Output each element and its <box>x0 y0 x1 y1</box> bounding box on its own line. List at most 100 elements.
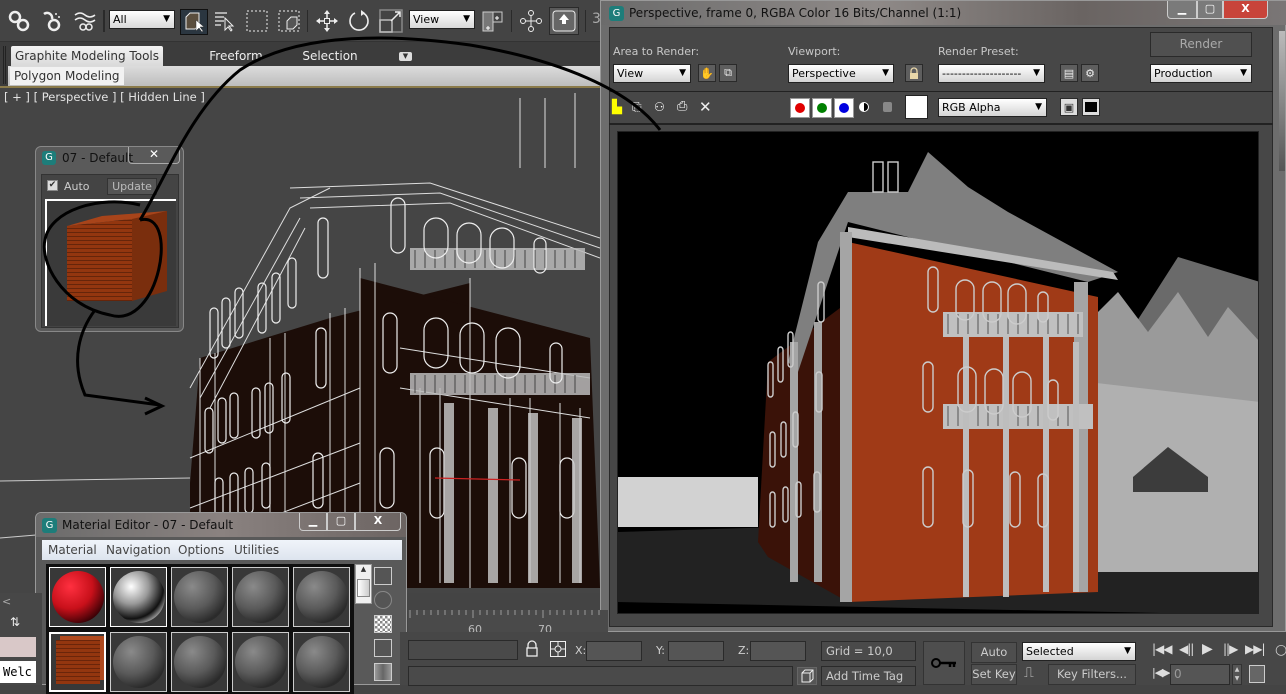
save-image-icon[interactable]: ▙ <box>612 100 622 115</box>
link-icon[interactable] <box>6 8 32 34</box>
blue-channel-toggle[interactable] <box>834 98 854 118</box>
menu-options[interactable]: Options <box>178 540 224 560</box>
tab-selection[interactable]: Selection <box>290 46 370 66</box>
tab-graphite-modeling-tools[interactable]: Graphite Modeling Tools <box>11 46 163 66</box>
sample-type-icon[interactable] <box>374 567 392 585</box>
maximize-button[interactable]: ▢ <box>327 513 355 531</box>
close-button[interactable]: X <box>355 513 401 531</box>
sample-slot-chrome[interactable] <box>110 567 167 627</box>
sample-slot[interactable] <box>293 567 350 627</box>
lock-viewport-button[interactable] <box>905 64 923 82</box>
sample-slot[interactable] <box>110 632 167 692</box>
sample-slot[interactable] <box>232 632 289 692</box>
selection-lock-toggle[interactable] <box>525 640 539 658</box>
sample-slot[interactable] <box>232 567 289 627</box>
backlight-icon[interactable] <box>374 591 392 609</box>
alpha-channel-icon[interactable] <box>859 102 869 112</box>
set-key-button[interactable]: Set Key <box>971 664 1017 685</box>
frame-spinner[interactable]: ▲ ▼ <box>1232 664 1242 685</box>
copy-image-icon[interactable]: ⎘ <box>632 100 642 115</box>
key-mode-dropdown[interactable]: Selected ▼ <box>1022 642 1136 661</box>
sample-slot[interactable] <box>293 632 350 692</box>
sample-slot-red[interactable] <box>49 567 106 627</box>
polygon-modeling-panel[interactable]: Polygon Modeling <box>10 67 124 85</box>
y-coordinate-field[interactable] <box>668 641 724 661</box>
green-channel-toggle[interactable] <box>812 98 832 118</box>
time-configuration-icon[interactable] <box>1249 665 1265 683</box>
auto-checkbox[interactable]: ✔ <box>47 180 58 191</box>
red-channel-toggle[interactable] <box>790 98 810 118</box>
select-scale-icon[interactable] <box>378 8 404 34</box>
viewport-dropdown[interactable]: Perspective ▼ <box>788 64 894 83</box>
select-by-name-icon[interactable] <box>212 8 238 34</box>
go-to-end-icon[interactable]: ▶▶| <box>1245 642 1265 656</box>
selection-filter-dropdown[interactable]: All ▼ <box>109 10 175 29</box>
scroll-left-icon[interactable]: < <box>2 595 14 609</box>
auto-key-button[interactable]: Auto Key <box>971 642 1017 678</box>
absolute-mode-transform-icon[interactable] <box>550 641 566 657</box>
add-time-tag-button[interactable]: Add Time Tag <box>821 666 916 686</box>
window-crossing-icon[interactable] <box>276 8 302 34</box>
print-image-icon[interactable]: ⎙ <box>677 99 687 114</box>
area-to-render-dropdown[interactable]: View ▼ <box>613 64 691 83</box>
key-filters-button[interactable]: Key Filters... <box>1048 664 1136 685</box>
ribbon-options-dropdown[interactable]: ▼ <box>399 52 412 61</box>
z-coordinate-field[interactable] <box>750 641 806 661</box>
slots-scrollbar[interactable]: ▲ <box>355 564 372 604</box>
auto-region-button[interactable]: ⧉ <box>719 64 737 82</box>
render-mode-dropdown[interactable]: Production ▼ <box>1150 64 1252 83</box>
background-checker-icon[interactable] <box>374 615 392 633</box>
rendered-image[interactable] <box>617 131 1259 614</box>
clear-icon[interactable]: ✕ <box>699 98 712 116</box>
bind-space-warp-icon[interactable] <box>72 8 98 34</box>
toggle-ui-button[interactable] <box>1082 98 1100 116</box>
menu-navigation[interactable]: Navigation <box>106 540 171 560</box>
environment-effects-button[interactable]: ⚙ <box>1081 64 1099 82</box>
sample-slot[interactable] <box>171 632 228 692</box>
default-tangents-icon[interactable]: ⎍ <box>1024 665 1046 683</box>
toggle-ui-overlay-button[interactable]: ▣ <box>1060 98 1078 116</box>
video-color-check-icon[interactable] <box>374 663 392 681</box>
minimize-button[interactable]: ▁ <box>1167 1 1197 19</box>
update-button[interactable]: Update <box>107 178 157 195</box>
scroll-thumb[interactable] <box>357 579 370 597</box>
next-frame-icon[interactable]: ||▶ <box>1223 642 1238 656</box>
timeline-toggle-icon[interactable]: ⇅ <box>10 615 32 631</box>
ribbon-grip[interactable] <box>3 46 6 84</box>
render-preset-dropdown[interactable]: -------------------- ▼ <box>938 64 1045 83</box>
pivot-center-icon[interactable] <box>480 8 506 34</box>
display-channel-dropdown[interactable]: RGB Alpha ▼ <box>938 98 1047 117</box>
go-to-start-icon[interactable]: |◀◀ <box>1152 642 1172 656</box>
select-object-icon[interactable] <box>180 9 208 35</box>
edit-region-button[interactable]: ✋ <box>698 64 716 82</box>
tab-freeform[interactable]: Freeform <box>196 46 276 66</box>
maxscript-prompt[interactable]: Welc <box>0 661 36 683</box>
render-setup-button[interactable]: ▤ <box>1060 64 1078 82</box>
rect-selection-region-icon[interactable] <box>244 8 270 34</box>
time-tag-icon[interactable] <box>797 667 817 685</box>
manipulate-icon[interactable] <box>518 8 544 34</box>
previous-frame-icon[interactable]: ◀|| <box>1179 642 1194 656</box>
scrollbar[interactable] <box>1279 31 1285 171</box>
select-move-icon[interactable] <box>314 8 340 34</box>
menu-material[interactable]: Material <box>48 540 97 560</box>
play-icon[interactable]: ▶ <box>1202 641 1213 657</box>
current-frame-field[interactable]: 0 <box>1170 664 1230 685</box>
set-keys-button[interactable] <box>923 641 965 685</box>
reference-coordinate-dropdown[interactable]: View ▼ <box>409 10 475 29</box>
maximize-button[interactable]: ▢ <box>1197 1 1223 19</box>
sample-slot[interactable] <box>171 567 228 627</box>
x-coordinate-field[interactable] <box>586 641 642 661</box>
unlink-icon[interactable] <box>38 8 64 34</box>
color-swatch[interactable] <box>905 95 928 119</box>
render-button[interactable]: Render <box>1150 32 1252 57</box>
menu-utilities[interactable]: Utilities <box>234 540 279 560</box>
close-button[interactable]: X <box>1223 1 1268 19</box>
clone-frame-icon[interactable]: ⚇ <box>654 100 665 114</box>
select-rotate-icon[interactable] <box>346 8 372 34</box>
sample-uv-tiling-icon[interactable] <box>374 639 392 657</box>
minimize-button[interactable]: ▁ <box>299 513 327 531</box>
monochrome-icon[interactable] <box>883 102 892 112</box>
snap-toggle-icon[interactable] <box>549 7 579 35</box>
zoom-icon[interactable]: ○ <box>1275 642 1286 658</box>
